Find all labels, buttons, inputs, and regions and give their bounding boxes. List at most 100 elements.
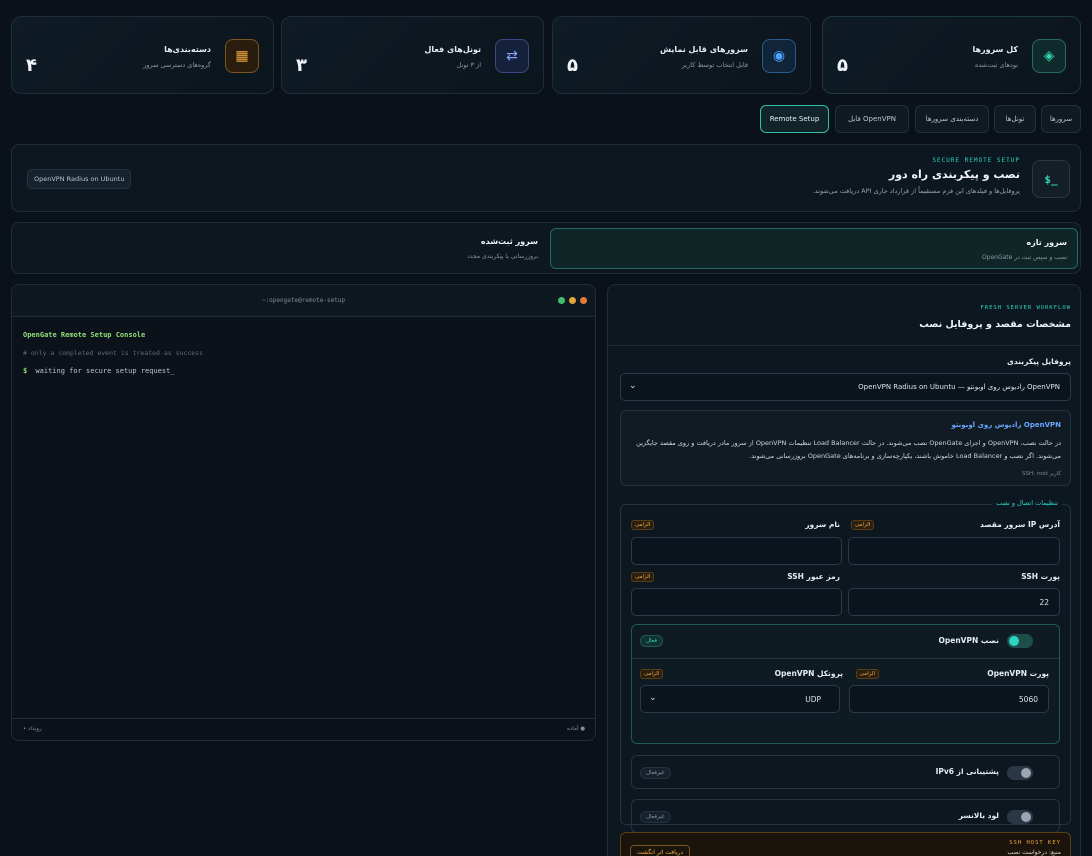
mode-sub: بروزرسانی یا پیکربندی مجدد	[467, 253, 538, 260]
install-openvpn-card: نصب OpenVPN فعال پورت OpenVPN الزامی 506…	[631, 624, 1060, 744]
chevron-down-icon: ⌄	[629, 381, 637, 391]
status-badge-inactive: غیرفعال	[640, 767, 671, 779]
tab-tunnels[interactable]: تونل‌ها	[994, 105, 1036, 133]
header-kicker: SECURE REMOTE SETUP	[932, 157, 1020, 164]
tab-remote-setup[interactable]: Remote Setup	[760, 105, 829, 133]
window-dot-green	[558, 297, 565, 304]
stat-sub: نودهای ثبت‌شده	[974, 61, 1018, 69]
stat-card-active-tunnels: ⇄ تونل‌های فعال از ۳ تونل ۳	[281, 16, 544, 94]
load-balancer-toggle[interactable]	[1007, 810, 1033, 824]
stat-card-total-servers: ◈ کل سرورها نودهای ثبت‌شده ۵	[822, 16, 1081, 94]
stat-value: ۴	[26, 55, 37, 76]
divider	[632, 658, 1059, 659]
ssh-port-label: پورت SSH	[1021, 572, 1060, 581]
stat-sub: گروه‌های دسترسی سرور	[143, 61, 211, 69]
ssh-host-key-card: SSH HOST KEY منبع: درخواست نصب دریافت اث…	[620, 832, 1071, 856]
openvpn-port-label: پورت OpenVPN	[987, 669, 1049, 678]
header-desc: پروفایل‌ها و فیلدهای این فرم مستقیماً از…	[812, 187, 1020, 195]
ssh-port-value: 22	[1039, 597, 1049, 607]
openvpn-port-value: 5060	[1018, 694, 1038, 704]
profile-label: پروفایل پیکربندی	[1007, 357, 1071, 366]
terminal-footer: • رویداد آماده ●	[12, 718, 595, 740]
mode-title: سرور تازه	[1026, 238, 1067, 247]
stat-card-categories: ▦ دسته‌بندی‌ها گروه‌های دسترسی سرور ۴	[11, 16, 274, 94]
terminal-prompt: $	[23, 367, 28, 375]
ipv6-toggle[interactable]	[1007, 766, 1033, 780]
stat-value: ۳	[296, 55, 307, 76]
profile-badge: OpenVPN Radius on Ubuntu	[27, 169, 132, 189]
divider	[608, 345, 1080, 346]
ip-label: آدرس IP سرور مقصد	[979, 520, 1060, 529]
stat-label: سرورهای قابل نمایش	[660, 45, 748, 54]
terminal-footer-events: • رویداد	[23, 726, 42, 732]
ssh-password-input[interactable]	[631, 588, 842, 616]
openvpn-protocol-select[interactable]: UDP ⌄	[640, 685, 840, 713]
target-icon: ◉	[762, 39, 796, 73]
stat-label: دسته‌بندی‌ها	[164, 45, 211, 54]
stat-value: ۵	[837, 55, 848, 76]
terminal-icon: $_	[1032, 160, 1070, 198]
info-text: در حالت نصب، OpenVPN و اجزای OpenGate نص…	[636, 439, 1061, 460]
terminal-line: $ waiting for secure setup request_	[23, 367, 175, 375]
profile-select[interactable]: OpenVPN رادیوس روی اوبونتو — OpenVPN Rad…	[620, 373, 1071, 401]
required-badge: الزامی	[640, 669, 664, 679]
tab-server-categories[interactable]: دسته‌بندی سرورها	[915, 105, 989, 133]
server-name-input[interactable]	[631, 537, 842, 565]
mode-registered-server[interactable]: سرور ثبت‌شده بروزرسانی یا پیکربندی مجدد	[14, 228, 546, 269]
connection-section: تنظیمات اتصال و نصب آدرس IP سرور مقصد ال…	[620, 499, 1071, 833]
page-title: نصب و پیکربندی راه دور	[888, 168, 1020, 181]
openvpn-port-input[interactable]: 5060	[849, 685, 1049, 713]
terminal-titlebar: ~:opengate@remote-setup	[12, 285, 595, 317]
profile-select-value: OpenVPN رادیوس روی اوبونتو — OpenVPN Rad…	[858, 383, 1060, 391]
profile-info-box: OpenVPN رادیوس روی اوبونتو در حالت نصب، …	[620, 410, 1071, 486]
status-badge-inactive: غیرفعال	[640, 811, 671, 823]
required-badge: الزامی	[631, 520, 655, 530]
mode-switch: سرور تازه نصب و سپس ثبت در OpenGate سرور…	[11, 222, 1081, 274]
info-title: OpenVPN رادیوس روی اوبونتو	[951, 421, 1061, 429]
ipv6-label: پشتیبانی از IPv6	[935, 767, 999, 776]
mode-title: سرور ثبت‌شده	[480, 237, 538, 246]
openvpn-protocol-value: UDP	[805, 694, 821, 704]
required-badge: الزامی	[631, 572, 655, 582]
install-form: FRESH SERVER WORKFLOW مشخصات مقصد و پروف…	[607, 284, 1081, 856]
load-balancer-card: لود بالانسر غیرفعال	[631, 799, 1060, 833]
terminal-title: ~:opengate@remote-setup	[261, 297, 346, 304]
diamond-icon: ◈	[1032, 39, 1066, 73]
section-title: تنظیمات اتصال و نصب	[991, 499, 1062, 507]
ssh-password-label: رمز عبور SSH	[787, 572, 840, 581]
stat-card-visible-servers: ◉ سرورهای قابل نمایش قابل انتخاب توسط کا…	[552, 16, 811, 94]
terminal-footer-status: آماده ●	[566, 726, 585, 732]
terminal-status-text: waiting for secure setup request_	[35, 367, 175, 375]
stat-sub: از ۳ تونل	[456, 61, 481, 69]
stat-value: ۵	[567, 55, 578, 76]
fetch-fingerprint-button[interactable]: دریافت اثر انگشت	[630, 845, 691, 856]
ssh-port-input[interactable]: 22	[848, 588, 1060, 616]
swap-arrows-icon: ⇄	[495, 39, 529, 73]
ipv6-card: پشتیبانی از IPv6 غیرفعال	[631, 755, 1060, 789]
openvpn-protocol-label: پروتکل OpenVPN	[774, 669, 843, 678]
host-key-text: منبع: درخواست نصب	[1007, 849, 1061, 856]
install-openvpn-label: نصب OpenVPN	[938, 636, 999, 645]
required-badge: الزامی	[851, 520, 875, 530]
tab-openvpn-file[interactable]: فایل OpenVPN	[835, 105, 909, 133]
host-key-kicker: SSH HOST KEY	[1009, 840, 1061, 846]
mode-fresh-server[interactable]: سرور تازه نصب و سپس ثبت در OpenGate	[550, 228, 1078, 269]
form-title: مشخصات مقصد و پروفایل نصب	[919, 319, 1071, 330]
mode-sub: نصب و سپس ثبت در OpenGate	[981, 254, 1067, 261]
install-openvpn-toggle[interactable]	[1007, 634, 1033, 648]
ip-input[interactable]	[848, 537, 1060, 565]
status-badge-active: فعال	[640, 635, 663, 647]
terminal-console: ~:opengate@remote-setup OpenGate Remote …	[11, 284, 596, 741]
window-dot-yellow	[569, 297, 576, 304]
form-kicker: FRESH SERVER WORKFLOW	[980, 305, 1071, 311]
window-dot-orange	[580, 297, 587, 304]
remote-setup-header: $_ SECURE REMOTE SETUP نصب و پیکربندی را…	[11, 144, 1081, 212]
info-ssh-user: کاربر SSH: root	[1021, 471, 1061, 477]
stat-label: تونل‌های فعال	[424, 45, 481, 54]
terminal-comment: # only a completed event is treated as s…	[23, 349, 204, 357]
stat-label: کل سرورها	[972, 45, 1018, 54]
tab-servers[interactable]: سرورها	[1041, 105, 1081, 133]
required-badge: الزامی	[855, 669, 879, 679]
name-label: نام سرور	[805, 520, 840, 529]
terminal-heading: OpenGate Remote Setup Console	[23, 331, 146, 339]
